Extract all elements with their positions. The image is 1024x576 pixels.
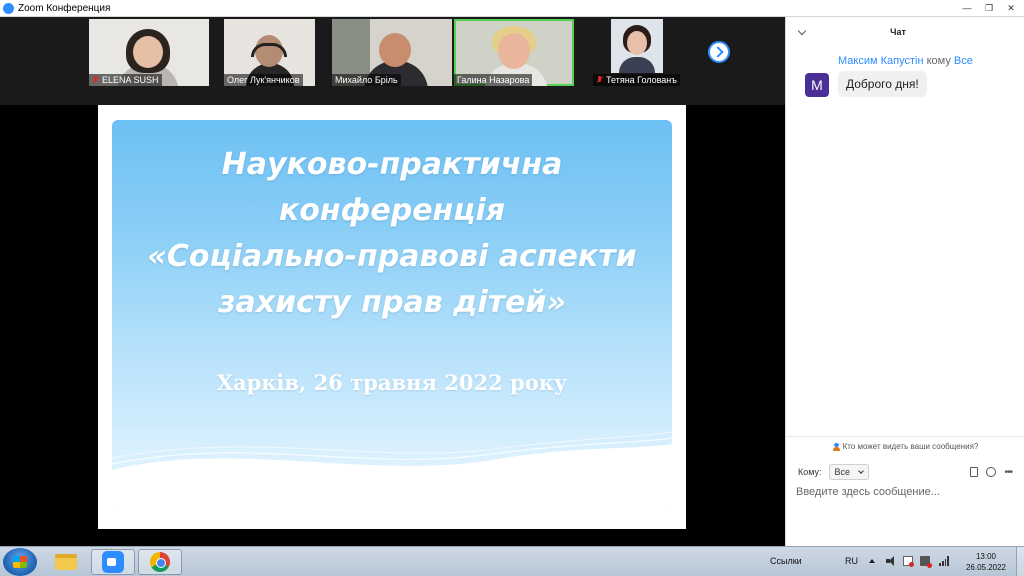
headphones-icon (251, 43, 287, 57)
meeting-area: ELENA SUSH Олег Лук'янчиков Михайло Бріл… (0, 17, 785, 546)
chat-panel: Чат M Максим Капустін кому Все Доброго д… (785, 17, 1024, 546)
action-center-icon[interactable] (903, 556, 914, 567)
participant-name: Галина Назарова (457, 75, 530, 85)
zoom-screen: Zoom Конференция — ❐ ✕ ELENA SUSH Олег Л… (0, 0, 1024, 576)
language-indicator[interactable]: RU (845, 556, 858, 566)
privacy-link[interactable]: Кто может видеть ваши сообщения? (786, 436, 1024, 456)
mic-muted-icon (92, 76, 99, 84)
participant-tile[interactable]: Михайло Бріль (332, 19, 452, 86)
zoom-app-icon (3, 2, 14, 14)
slide-subtitle: Харків, 26 травня 2022 року (216, 370, 568, 395)
recipient-label: Кому: (798, 467, 822, 477)
window-title: Zoom Конференция (18, 2, 111, 14)
window-controls: — ❐ ✕ (956, 1, 1022, 15)
participant-name: Тетяна Голованъ (606, 75, 677, 85)
participant-tile[interactable]: Тетяна Голованъ (593, 19, 693, 86)
tray-expand-icon[interactable] (869, 559, 875, 563)
zoom-icon (102, 551, 124, 573)
privacy-text[interactable]: Кто может видеть ваши сообщения? (843, 442, 979, 451)
links-toolbar[interactable]: Ссылки (770, 556, 802, 566)
network-signal-icon[interactable] (939, 556, 949, 566)
message-sender[interactable]: Максим Капустін (838, 55, 924, 67)
printer-icon[interactable] (920, 556, 932, 568)
chat-title: Чат (890, 27, 906, 37)
message-meta: Максим Капустін кому Все (838, 55, 973, 67)
clock-time: 13:00 (975, 552, 997, 561)
next-page-arrow-icon[interactable] (708, 41, 730, 63)
slide-content: Науково-практична конференція «Соціально… (112, 120, 672, 510)
clock-date: 26.05.2022 (965, 563, 1007, 572)
chat-message-input[interactable] (796, 486, 1018, 498)
avatar: M (805, 73, 829, 97)
folder-icon (55, 554, 77, 570)
close-button[interactable]: ✕ (1000, 1, 1022, 15)
message-text: Доброго дня! (838, 71, 927, 97)
message-target: Все (953, 55, 973, 67)
minimize-button[interactable]: — (956, 1, 978, 15)
participant-name: Михайло Бріль (335, 75, 398, 85)
participant-name: ELENA SUSH (102, 75, 159, 85)
participant-tile-active-speaker[interactable]: Галина Назарова (454, 19, 574, 86)
recipient-value: Все (834, 467, 851, 477)
taskbar: Ссылки RU 13:00 26.05.2022 (0, 546, 1024, 576)
chrome-icon (150, 552, 170, 572)
show-desktop-button[interactable] (1016, 547, 1024, 576)
participant-tile[interactable]: Олег Лук'янчиков (224, 19, 315, 86)
restore-button[interactable]: ❐ (978, 1, 1000, 15)
shared-slide: Науково-практична конференція «Соціально… (98, 105, 686, 529)
person-icon (832, 442, 840, 451)
screen-share-area: Науково-практична конференція «Соціально… (0, 105, 785, 546)
start-button[interactable] (3, 548, 37, 576)
taskbar-zoom[interactable] (91, 549, 135, 575)
speaker-icon[interactable] (886, 556, 896, 566)
chevron-down-icon (858, 468, 864, 474)
message-to-word: кому (926, 55, 951, 67)
window-title-bar: Zoom Конференция — ❐ ✕ (0, 0, 1024, 17)
slide-title: Науково-практична конференція «Соціально… (147, 147, 637, 320)
recipient-select[interactable]: Все (828, 464, 870, 480)
more-icon[interactable]: ••• (1004, 467, 1012, 478)
recipient-row: Кому: Все ••• (798, 462, 1018, 482)
participant-name: Олег Лук'янчиков (227, 75, 300, 85)
chat-tools: ••• (970, 467, 1013, 478)
chat-header: Чат (786, 17, 1024, 47)
emoji-icon[interactable] (986, 467, 997, 477)
clock[interactable]: 13:00 26.05.2022 (962, 551, 1010, 573)
participant-gallery: ELENA SUSH Олег Лук'янчиков Михайло Бріл… (0, 17, 785, 105)
file-icon[interactable] (970, 467, 979, 477)
taskbar-chrome[interactable] (138, 549, 182, 575)
mic-muted-icon (596, 76, 603, 84)
participant-tile[interactable]: ELENA SUSH (89, 19, 209, 86)
slide-wave-decoration (112, 431, 672, 510)
taskbar-explorer[interactable] (44, 549, 88, 575)
